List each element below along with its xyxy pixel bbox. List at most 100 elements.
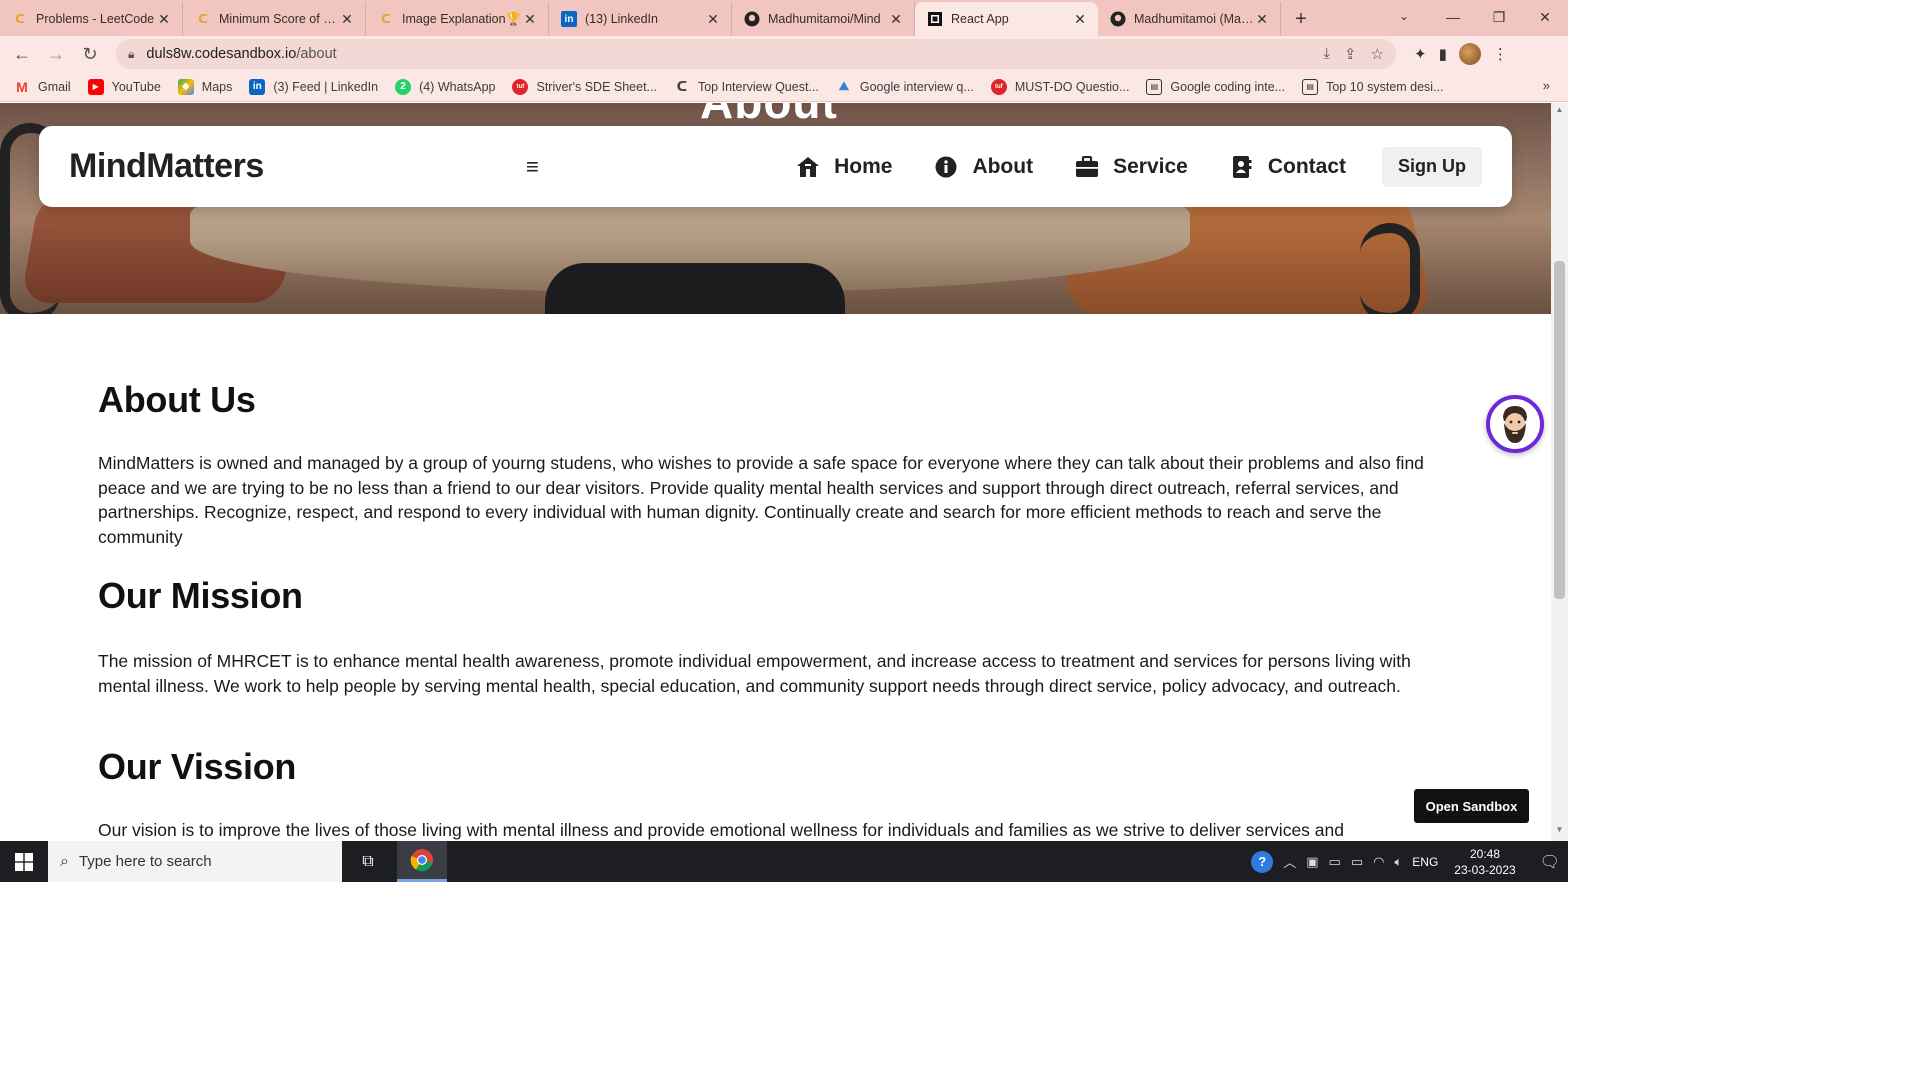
search-icon: ⌕ <box>60 852 69 870</box>
open-sandbox-button[interactable]: Open Sandbox <box>1414 789 1529 823</box>
close-window-button[interactable]: ✕ <box>1522 0 1568 34</box>
menu-icon[interactable]: ⋮ <box>1493 45 1508 63</box>
bookmark-star-icon[interactable]: ☆ <box>1371 45 1384 63</box>
volume-icon[interactable]: 🔈︎ <box>1394 854 1402 870</box>
bookmark-youtube[interactable]: ▶ YouTube <box>87 78 161 95</box>
bookmark-gmail[interactable]: M Gmail <box>14 79 71 95</box>
display-icon[interactable]: ▭ <box>1329 854 1341 870</box>
tab-search-icon[interactable]: ⌄ <box>1392 4 1416 28</box>
scroll-up-arrow[interactable]: ▲ <box>1551 105 1568 119</box>
tab-minimum-score[interactable]: ᑕ Minimum Score of a P ✕ <box>183 2 366 36</box>
reload-button[interactable]: ↻ <box>74 38 106 70</box>
nav-home[interactable]: Home <box>796 155 892 179</box>
share-icon[interactable]: ⇪ <box>1344 45 1357 63</box>
taskbar-search-box[interactable]: ⌕ Type here to search <box>48 841 342 882</box>
mission-section: Our Mission The mission of MHRCET is to … <box>98 575 1458 698</box>
windows-start-button[interactable] <box>0 841 48 882</box>
close-icon[interactable]: ✕ <box>888 11 904 28</box>
restore-button[interactable]: ❐ <box>1476 0 1522 34</box>
vision-section: Our Vission Our vision is to improve the… <box>98 746 1458 841</box>
bookmark-top-interview[interactable]: ᑕ Top Interview Quest... <box>674 79 819 95</box>
bookmark-label: Striver's SDE Sheet... <box>536 79 657 94</box>
bookmark-striver[interactable]: tuf Striver's SDE Sheet... <box>512 78 657 95</box>
tuf-icon: tuf <box>512 78 529 95</box>
bookmark-google-coding[interactable]: ▤ Google coding inte... <box>1146 78 1286 95</box>
bookmark-must-do[interactable]: tuf MUST-DO Questio... <box>990 78 1129 95</box>
tab-linkedin[interactable]: in (13) LinkedIn ✕ <box>549 2 732 36</box>
minimize-button[interactable]: — <box>1430 0 1476 34</box>
chatbot-avatar-button[interactable] <box>1486 395 1544 453</box>
close-icon[interactable]: ✕ <box>1072 11 1088 28</box>
youtube-icon: ▶ <box>87 78 104 95</box>
close-icon[interactable]: ✕ <box>1254 11 1270 28</box>
extensions-icon[interactable]: ✦ <box>1414 45 1427 63</box>
nav-contact[interactable]: Contact <box>1230 155 1346 179</box>
nav-links: Home About Service Contact Sign Up <box>754 146 1482 187</box>
leetcode-icon: ᑕ <box>676 78 688 94</box>
tab-react-app[interactable]: React App ✕ <box>915 2 1098 36</box>
install-icon[interactable]: ⤓ <box>1323 45 1330 63</box>
bookmarks-bar: M Gmail ▶ YouTube ◆ Maps in (3) Feed | Linke… <box>0 72 1568 102</box>
tab-title: Image Explanation🏆 <box>402 11 522 26</box>
wifi-icon[interactable]: ◠ <box>1373 854 1384 870</box>
device-icon[interactable]: ▣ <box>1306 854 1318 870</box>
close-icon[interactable]: ✕ <box>339 11 355 28</box>
nav-about[interactable]: About <box>934 155 1033 179</box>
bookmark-whatsapp[interactable]: 2 (4) WhatsApp <box>395 78 495 95</box>
bookmark-linkedin[interactable]: in (3) Feed | LinkedIn <box>249 78 378 95</box>
chrome-taskbar-icon[interactable] <box>397 841 447 882</box>
leetcode-icon: ᑕ <box>381 12 391 26</box>
bookmark-label: Google interview q... <box>859 79 974 94</box>
task-view-icon[interactable]: ⧉ <box>344 841 392 882</box>
help-icon[interactable]: ? <box>1251 850 1274 873</box>
chevron-right-icon[interactable]: » <box>1543 78 1550 93</box>
about-title: About Us <box>98 379 256 420</box>
address-bar[interactable]: 🔒︎ duls8w.codesandbox.io/about ⤓ ⇪ ☆ <box>116 39 1396 69</box>
notification-icon[interactable]: 🗨︎ <box>1540 852 1560 872</box>
nav-service[interactable]: Service <box>1075 155 1188 179</box>
tab-github-madh[interactable]: Madhumitamoi (Madh ✕ <box>1098 2 1281 36</box>
mission-title: Our Mission <box>98 575 303 616</box>
url-path: /about <box>296 46 337 62</box>
new-tab-button[interactable]: + <box>1281 2 1321 36</box>
bookmark-label: Gmail <box>38 79 71 94</box>
bookmark-label: Google coding inte... <box>1170 79 1286 94</box>
tab-title: Madhumitamoi (Madh <box>1134 12 1254 26</box>
chevron-up-icon[interactable]: ︿ <box>1283 852 1296 871</box>
close-icon[interactable]: ✕ <box>156 11 172 28</box>
language-indicator[interactable]: ENG <box>1412 855 1438 869</box>
close-icon[interactable]: ✕ <box>522 11 538 28</box>
tab-title: Problems - LeetCode <box>36 12 155 26</box>
system-tray: ? ︿ ▣ ▭ ▭ ◠ 🔈︎ ENG 20:48 23-03-2023 🗨︎ <box>1251 846 1568 878</box>
bookmark-system-design[interactable]: ▤ Top 10 system desi... <box>1302 78 1444 95</box>
page-viewport: About MindMatters ≡ Home About Ser <box>0 103 1551 841</box>
geeks-icon: ⛰ <box>838 79 849 93</box>
tab-image-explanation[interactable]: ᑕ Image Explanation🏆 ✕ <box>366 2 549 36</box>
hamburger-icon[interactable]: ≡ <box>526 154 539 180</box>
tab-problems-leetcode[interactable]: ᑕ Problems - LeetCode ✕ <box>0 2 183 36</box>
linkedin-icon: in <box>561 11 577 27</box>
taskbar-clock[interactable]: 20:48 23-03-2023 <box>1454 846 1515 878</box>
brand-logo[interactable]: MindMatters <box>69 147 264 186</box>
site-navbar: MindMatters ≡ Home About Service Contact… <box>39 126 1512 207</box>
briefcase-icon <box>1075 155 1099 179</box>
scrollbar-thumb[interactable] <box>1554 261 1565 599</box>
lock-icon: 🔒︎ <box>128 46 135 61</box>
forward-button[interactable]: → <box>40 38 72 70</box>
battery-icon[interactable]: ▭ <box>1351 854 1363 870</box>
scroll-down-arrow[interactable]: ▼ <box>1551 825 1568 839</box>
windows-logo-icon <box>15 852 33 871</box>
page-scrollbar[interactable]: ▲ ▼ <box>1551 103 1568 841</box>
tab-title: Madhumitamoi/Mind <box>768 12 881 26</box>
profile-avatar[interactable] <box>1458 43 1481 65</box>
signup-button[interactable]: Sign Up <box>1382 146 1482 187</box>
tab-github-mind[interactable]: Madhumitamoi/Mind ✕ <box>732 2 915 36</box>
bookmark-google-interview[interactable]: ⛰ Google interview q... <box>836 79 974 95</box>
back-button[interactable]: ← <box>6 38 38 70</box>
browser-toolbar: ← → ↻ 🔒︎ duls8w.codesandbox.io/about ⤓ ⇪… <box>0 36 1568 72</box>
bookmark-maps[interactable]: ◆ Maps <box>177 78 232 95</box>
leetcode-icon: ᑕ <box>198 12 208 26</box>
table-base <box>545 263 845 314</box>
side-panel-icon[interactable]: ▮ <box>1439 45 1447 63</box>
close-icon[interactable]: ✕ <box>705 11 721 28</box>
